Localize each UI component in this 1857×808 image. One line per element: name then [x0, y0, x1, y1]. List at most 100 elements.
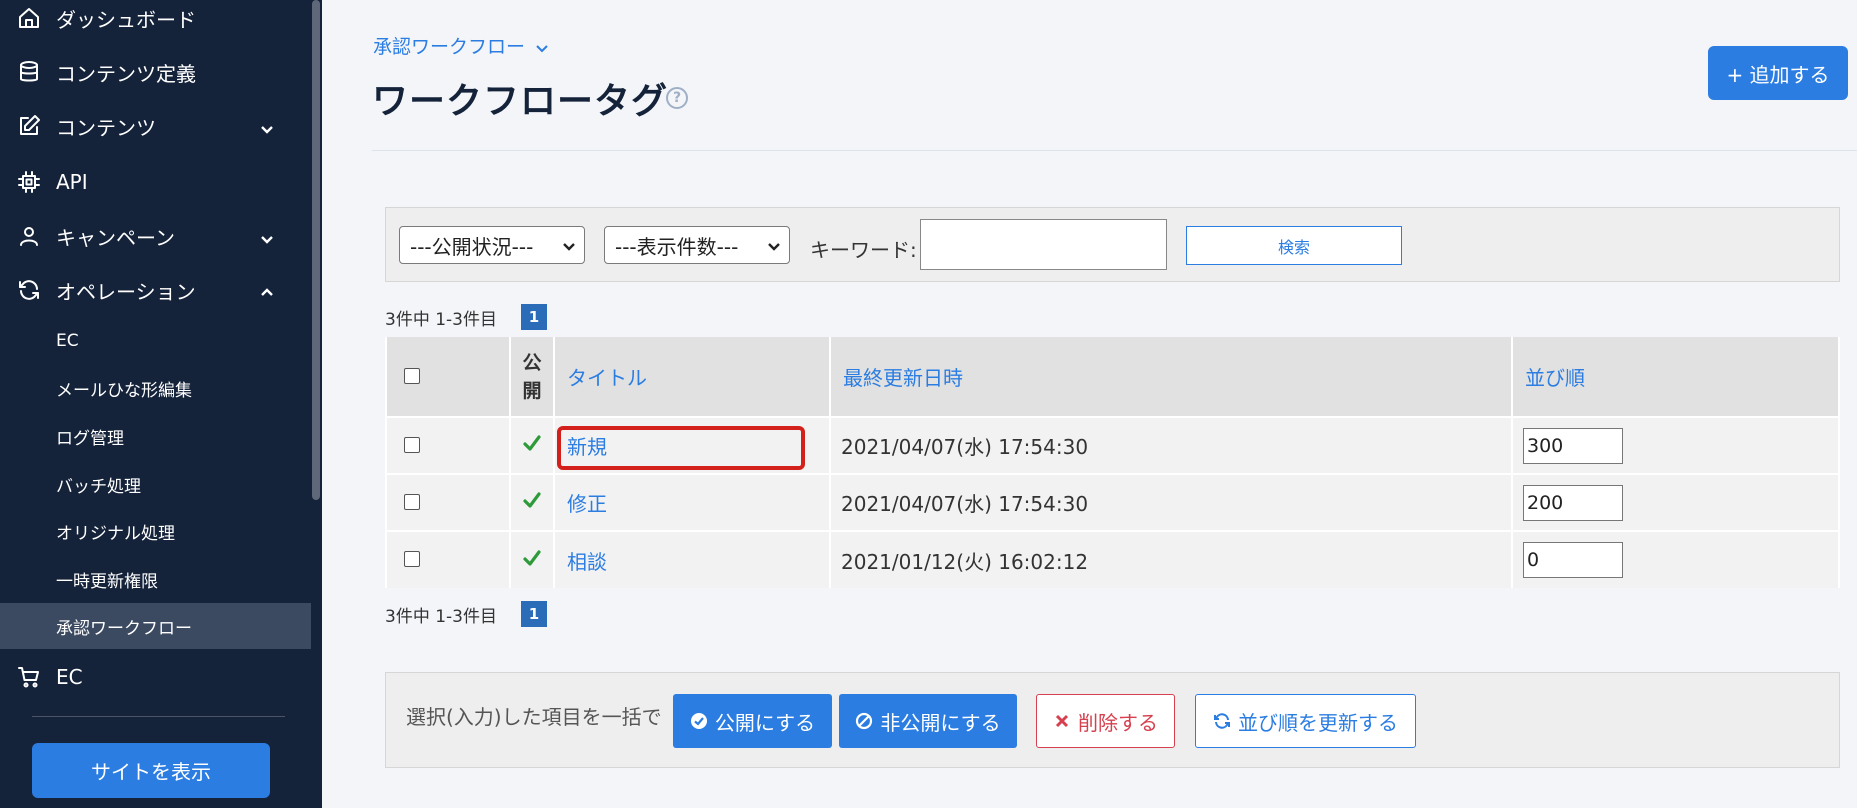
sidebar-subitem-ec[interactable]: EC [0, 318, 311, 364]
check-icon [522, 434, 542, 458]
ban-icon [856, 712, 873, 730]
select-all-cell [385, 337, 511, 417]
refresh-icon [17, 278, 41, 302]
sidebar-item-label: コンテンツ [56, 115, 156, 140]
highlight-box [557, 426, 805, 470]
table-row: 相談 2021/01/12(火) 16:02:12 0 [385, 530, 1840, 588]
order-input[interactable]: 200 [1523, 484, 1623, 521]
sidebar-subitem-temp-permission[interactable]: 一時更新権限 [0, 556, 311, 602]
sidebar-item-api[interactable]: API [0, 162, 311, 202]
sidebar-subitem-approval-workflow[interactable]: 承認ワークフロー [0, 603, 311, 649]
help-icon[interactable]: ? [666, 87, 688, 109]
row-select-cell [385, 473, 511, 531]
updated-cell: 2021/04/07(水) 17:54:30 [829, 473, 1513, 531]
add-button[interactable]: + 追加する [1708, 46, 1848, 100]
title-link[interactable]: 修正 [567, 492, 607, 516]
title-cell: 相談 [553, 530, 831, 588]
select-all-checkbox[interactable] [404, 367, 420, 384]
sidebar-divider [32, 716, 285, 717]
sidebar-item-ec[interactable]: EC [0, 657, 311, 697]
column-order[interactable]: 並び順 [1511, 337, 1840, 417]
title-cell: 修正 [553, 473, 831, 531]
row-checkbox[interactable] [404, 493, 420, 510]
check-circle-icon [690, 713, 707, 729]
home-icon [17, 6, 41, 30]
table-header-row: 公開 タイトル 最終更新日時 並び順 [385, 337, 1840, 417]
chip-icon [17, 170, 41, 194]
result-summary: 3件中 1-3件目 [385, 606, 497, 627]
sidebar-subitem-original[interactable]: オリジナル処理 [0, 508, 311, 554]
bulk-label: 選択(入力)した項目を一括で [406, 705, 662, 729]
page-number-button[interactable]: 1 [521, 601, 547, 627]
page-title: ワークフロータグ [372, 81, 669, 122]
user-icon [17, 224, 41, 248]
unpublish-label: 非公開にする [880, 710, 1001, 735]
keyword-label: キーワード: [810, 238, 917, 262]
refresh-icon [1214, 713, 1230, 729]
view-site-button[interactable]: サイトを表示 [32, 743, 270, 798]
title-link[interactable]: 相談 [567, 550, 607, 574]
publish-button[interactable]: 公開にする [673, 694, 832, 748]
chevron-up-icon[interactable] [259, 282, 275, 298]
status-select-value: ---公開状況--- [410, 234, 534, 259]
table-row: 修正 2021/04/07(水) 17:54:30 200 [385, 473, 1840, 531]
check-icon [522, 549, 542, 573]
breadcrumb[interactable]: 承認ワークフロー [373, 32, 549, 59]
unpublish-button[interactable]: 非公開にする [839, 694, 1017, 748]
count-select[interactable]: ---表示件数--- [604, 226, 790, 264]
result-summary: 3件中 1-3件目 [385, 309, 497, 330]
sidebar-item-label: オペレーション [56, 279, 196, 304]
count-select-value: ---表示件数--- [615, 234, 739, 259]
column-public-label: 公開 [522, 351, 542, 402]
delete-label: 削除する [1078, 710, 1158, 735]
keyword-input[interactable] [920, 219, 1167, 270]
update-order-label: 並び順を更新する [1238, 710, 1398, 735]
sidebar-item-content-definition[interactable]: コンテンツ定義 [0, 52, 311, 92]
delete-button[interactable]: 削除する [1036, 694, 1175, 748]
pagination-top: 3件中 1-3件目 1 [385, 304, 547, 330]
sidebar-subitem-mail-template[interactable]: メールひな形編集 [0, 365, 311, 411]
chevron-down-icon[interactable] [259, 228, 275, 244]
public-status-cell [509, 416, 555, 474]
sidebar-item-label: キャンペーン [56, 225, 175, 250]
breadcrumb-label: 承認ワークフロー [373, 36, 526, 58]
page-number-button[interactable]: 1 [521, 304, 547, 330]
sidebar-item-campaign[interactable]: キャンペーン [0, 216, 311, 256]
close-icon [1055, 714, 1069, 728]
sidebar-item-dashboard[interactable]: ダッシュボード [0, 0, 311, 38]
search-button[interactable]: 検索 [1186, 226, 1402, 265]
updated-cell: 2021/01/12(火) 16:02:12 [829, 530, 1513, 588]
database-icon [17, 60, 41, 84]
status-select[interactable]: ---公開状況--- [399, 226, 585, 264]
row-checkbox[interactable] [404, 436, 420, 453]
sidebar-item-operation[interactable]: オペレーション [0, 270, 311, 310]
updated-cell: 2021/04/07(水) 17:54:30 [829, 416, 1513, 474]
chevron-down-icon[interactable] [259, 118, 275, 134]
order-input[interactable]: 300 [1523, 427, 1623, 464]
sidebar-item-label: API [56, 170, 88, 194]
sidebar-item-label: ダッシュボード [56, 7, 196, 32]
row-checkbox[interactable] [404, 551, 420, 567]
bulk-action-panel: 選択(入力)した項目を一括で 公開にする 非公開にする 削除する 並び順を更新す… [385, 672, 1840, 768]
edit-icon [17, 114, 41, 138]
cart-icon [17, 665, 41, 689]
sidebar-item-contents[interactable]: コンテンツ [0, 106, 311, 146]
sidebar-item-label: EC [56, 665, 83, 689]
row-select-cell [385, 530, 511, 588]
check-icon [522, 491, 542, 515]
order-input[interactable]: 0 [1523, 542, 1623, 578]
row-select-cell [385, 416, 511, 474]
sidebar-subitem-log[interactable]: ログ管理 [0, 413, 311, 459]
chevron-down-icon [563, 243, 575, 251]
column-title[interactable]: タイトル [553, 337, 831, 417]
order-cell: 0 [1511, 530, 1840, 588]
sidebar-subitem-batch[interactable]: バッチ処理 [0, 461, 311, 507]
column-public[interactable]: 公開 [509, 337, 555, 417]
update-order-button[interactable]: 並び順を更新する [1195, 694, 1416, 748]
column-updated[interactable]: 最終更新日時 [829, 337, 1513, 417]
public-status-cell [509, 473, 555, 531]
header-divider [372, 150, 1857, 151]
filter-panel: ---公開状況--- ---表示件数--- キーワード: 検索 [385, 207, 1840, 282]
sidebar-item-label: コンテンツ定義 [56, 61, 196, 86]
sidebar-scrollbar[interactable] [312, 0, 320, 500]
